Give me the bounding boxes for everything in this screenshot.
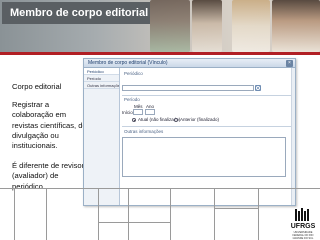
ano-input[interactable] [145,109,155,115]
banner-photo [150,0,190,52]
banner-photo [272,0,320,52]
window-title: Membro de corpo editorial (Vínculo) [84,59,295,68]
side-paragraph-1: Registrar a colaboração em revistas cien… [12,100,87,151]
footer-line [46,188,47,240]
form-area: Periódico Período Mês Ano Início: Atual … [122,71,294,203]
title-box: Membro de corpo editorial [2,2,150,24]
footer-line [214,208,258,209]
periodo-label: Período [124,97,140,102]
footer-line [14,188,15,240]
side-heading: Corpo editorial [12,82,62,91]
banner-photo [192,0,222,52]
ufrgs-emblem-icon [295,208,309,221]
periodico-input[interactable] [122,85,254,91]
outras-label: Outras informações [124,129,164,134]
footer-line [0,188,320,189]
footer-line [214,188,215,240]
footer-line [170,188,171,240]
sidebar-item-periodico[interactable]: Periódico [84,68,119,75]
app-window: Membro de corpo editorial (Vínculo) × Pe… [83,58,296,206]
anterior-label: Anterior (finalizado) [180,117,220,122]
accent-bar [0,52,320,55]
banner-photo [232,0,270,52]
divider [122,126,292,127]
periodico-label: Periódico [124,71,143,76]
atual-radio[interactable] [132,118,136,122]
footer-line [98,222,170,223]
logo-subtitle: UNIVERSIDADE FEDERAL DO RIO GRANDE DO SU… [292,231,314,240]
close-icon[interactable]: × [286,60,293,67]
divider [122,95,292,96]
logo-text: UFRGS [290,223,316,230]
sidebar-item-periodo[interactable]: Período [84,75,119,82]
header-banner: Membro de corpo editorial [0,0,320,52]
footer-line [258,188,259,240]
footer-line [128,188,129,240]
footer-decoration [0,188,320,240]
search-icon[interactable] [255,85,261,91]
vertical-scrollbar[interactable] [291,68,295,205]
mes-input[interactable] [133,109,143,115]
footer-line [98,188,99,240]
sidebar-item-outras[interactable]: Outras informações [84,82,119,89]
anterior-radio[interactable] [174,118,178,122]
sidebar-nav: Periódico Período Outras informações [84,68,120,205]
page-title: Membro de corpo editorial [10,7,149,19]
side-description: Corpo editorial Registrar a colaboração … [12,82,90,202]
outras-textarea[interactable] [122,137,286,177]
